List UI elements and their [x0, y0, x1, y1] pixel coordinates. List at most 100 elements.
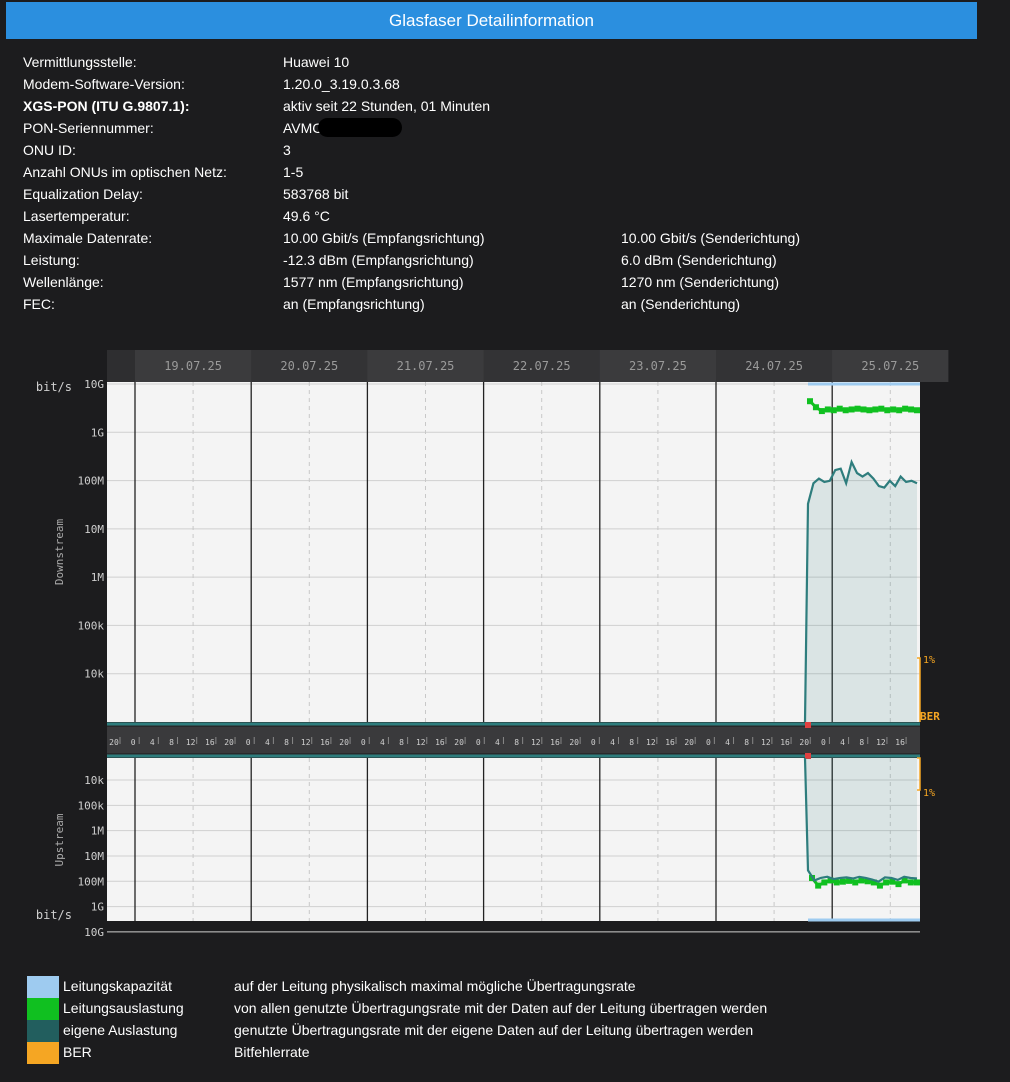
info-value-text: 3	[283, 142, 291, 158]
date-label: 21.07.25	[397, 359, 455, 373]
hour-tick-label: 20	[569, 738, 579, 747]
hour-tick-label: 16	[665, 738, 675, 747]
downstream-utilization-point	[830, 407, 837, 414]
downstream-utilization-point	[908, 406, 915, 413]
hour-tick-label: 4	[725, 738, 730, 747]
legend-swatch	[27, 1042, 59, 1064]
hour-tick-label: 4	[495, 738, 500, 747]
date-label: 19.07.25	[164, 359, 222, 373]
hour-tick-label: 0	[361, 738, 366, 747]
hour-tick-label: 12	[416, 738, 426, 747]
info-value-text: 583768 bit	[283, 186, 349, 202]
info-value: 583768 bit	[283, 183, 348, 205]
downstream-tick-label: 1M	[91, 571, 105, 584]
hour-tick-label: 0	[591, 738, 596, 747]
hour-tick-label: 12	[761, 738, 771, 747]
upstream-ber-scale-label: 1%	[923, 788, 935, 799]
info-value-text: 1.20.0_3.19.0.3.68	[283, 76, 400, 92]
downstream-utilization-point	[836, 405, 843, 412]
downstream-utilization-point	[872, 406, 879, 413]
upstream-utilization-point	[883, 879, 890, 886]
hour-tick-label: 4	[380, 738, 385, 747]
downstream-tick-label: 10M	[84, 523, 104, 536]
downstream-utilization-point	[812, 404, 819, 411]
legend-swatch	[27, 976, 59, 998]
info-value: 3	[283, 139, 291, 161]
hour-tick-label: 20	[109, 738, 119, 747]
downstream-ber-scale-label: 1%	[923, 655, 935, 666]
now-marker	[805, 722, 811, 728]
downstream-tick-label: 100k	[78, 619, 105, 632]
hour-tick-label: 20	[224, 738, 234, 747]
info-value-2: 1270 nm (Senderichtung)	[621, 274, 779, 290]
upstream-utilization-point	[821, 879, 828, 886]
date-header-stub	[107, 350, 135, 382]
info-value: Huawei 10	[283, 51, 349, 73]
hour-tick-label: 8	[169, 738, 174, 747]
legend-swatch	[27, 998, 59, 1020]
downstream-tick-label: 10k	[84, 668, 104, 681]
hour-tick-label: 16	[205, 738, 215, 747]
downstream-own-area	[805, 462, 917, 722]
info-label: Maximale Datenrate:	[23, 230, 153, 246]
hour-tick-label: 4	[265, 738, 270, 747]
hour-tick-label: 20	[684, 738, 694, 747]
upstream-tick-label: 10M	[84, 850, 104, 863]
upstream-tick-label: 1M	[91, 825, 105, 838]
hour-tick-label: 0	[246, 738, 251, 747]
date-label: 22.07.25	[513, 359, 571, 373]
hour-tick-label: 16	[780, 738, 790, 747]
legend-desc: von allen genutzte Übertragungsrate mit …	[234, 1000, 768, 1016]
info-label: Vermittlungsstelle:	[23, 54, 137, 70]
upstream-utilization-point	[833, 879, 840, 886]
downstream-utilization-point	[896, 407, 903, 414]
upstream-tick-label: 10G	[84, 926, 104, 939]
hour-tick-label: 8	[284, 738, 289, 747]
upstream-plot-bg	[107, 758, 920, 921]
redaction-mask	[318, 118, 403, 138]
hour-tick-label: 4	[840, 738, 845, 747]
date-label: 23.07.25	[629, 359, 687, 373]
downstream-utilization-point	[902, 405, 909, 412]
downstream-tick-label: 100M	[78, 475, 105, 488]
downstream-plot-bg	[107, 382, 920, 722]
upstream-utilization-point	[914, 879, 920, 886]
hour-tick-label: 8	[514, 738, 519, 747]
hour-tick-label: 8	[629, 738, 634, 747]
line-stats-chart: 19.07.25 20.07.25 21.07.25 22.07.25 23.07.25…	[36, 350, 949, 939]
hour-tick-label: 16	[550, 738, 560, 747]
info-value: aktiv seit 22 Stunden, 01 Minuten	[283, 95, 490, 117]
downstream-unit-label: bit/s	[36, 380, 72, 394]
date-label: 20.07.25	[280, 359, 338, 373]
hour-tick-label: 16	[320, 738, 330, 747]
date-label: 25.07.25	[861, 359, 919, 373]
info-value-text: -12.3 dBm (Empfangsrichtung)	[283, 252, 474, 268]
info-value: AVMC	[283, 117, 403, 139]
downstream-utilization-point	[807, 398, 813, 405]
info-label: Lasertemperatur:	[23, 208, 130, 224]
upstream-own-area	[805, 758, 917, 882]
info-value: an (Empfangsrichtung)	[283, 293, 425, 315]
info-label: ONU ID:	[23, 142, 76, 158]
info-label: PON-Seriennummer:	[23, 120, 154, 136]
downstream-utilization-point	[878, 405, 885, 412]
hour-tick-label: 12	[531, 738, 541, 747]
hour-tick-label: 20	[454, 738, 464, 747]
downstream-tick-label: 1G	[91, 426, 104, 439]
info-value-2: 10.00 Gbit/s (Senderichtung)	[621, 230, 800, 246]
downstream-utilization-point	[818, 408, 825, 415]
hour-tick-label: 12	[186, 738, 196, 747]
downstream-utilization-point	[848, 406, 855, 413]
info-value-text: 10.00 Gbit/s (Empfangsrichtung)	[283, 230, 485, 246]
legend-desc: Bitfehlerrate	[234, 1044, 310, 1060]
ber-label: BER	[920, 710, 940, 723]
hour-tick-label: 8	[859, 738, 864, 747]
legend-name: Leitungsauslastung	[63, 1000, 184, 1016]
legend-name: BER	[63, 1044, 92, 1060]
upstream-utilization-point	[907, 879, 914, 886]
upstream-unit-label: bit/s	[36, 908, 72, 922]
info-label: FEC:	[23, 296, 55, 312]
info-value: 1-5	[283, 161, 303, 183]
downstream-utilization-point	[824, 406, 831, 413]
hour-tick-label: 0	[821, 738, 826, 747]
